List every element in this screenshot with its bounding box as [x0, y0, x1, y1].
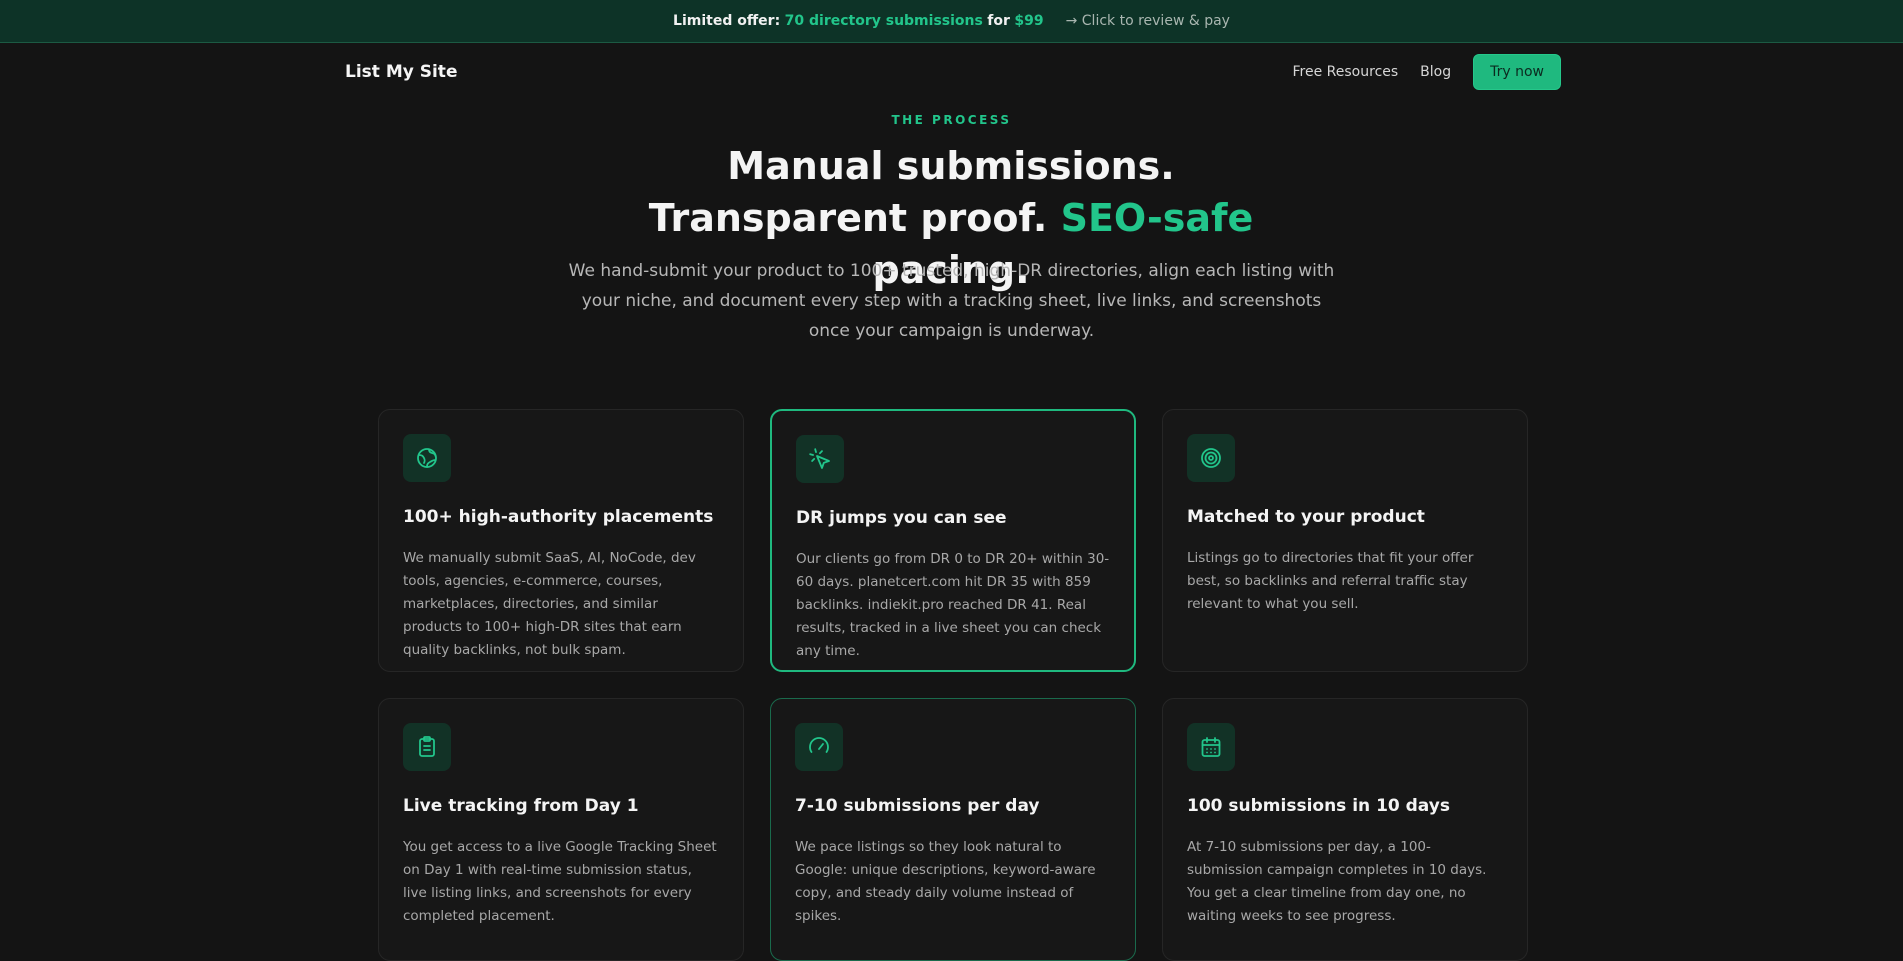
headline-accent: SEO-safe — [1060, 196, 1254, 240]
calendar-icon — [1187, 723, 1235, 771]
card-text: We pace listings so they look natural to… — [795, 839, 1096, 924]
nav-link-free-resources[interactable]: Free Resources — [1293, 64, 1399, 80]
try-now-button[interactable]: Try now — [1473, 54, 1561, 90]
offer-for: for — [987, 13, 1010, 29]
feature-card: 7-10 submissions per day We pace listing… — [770, 698, 1136, 961]
card-title: Live tracking from Day 1 — [403, 796, 639, 816]
card-title: Matched to your product — [1187, 507, 1425, 527]
offer-price: $99 — [1014, 13, 1044, 29]
feature-card: Matched to your product Listings go to d… — [1162, 409, 1528, 672]
card-title: DR jumps you can see — [796, 508, 1007, 528]
card-text: You get access to a live Google Tracking… — [403, 839, 717, 924]
card-text: Listings go to directories that fit your… — [1187, 550, 1474, 612]
card-title: 100+ high-authority placements — [403, 507, 714, 527]
top-nav: List My Site Free Resources Blog Try now — [345, 54, 1561, 90]
offer-highlight: 70 directory submissions — [784, 13, 983, 29]
cursor-click-icon — [796, 435, 844, 483]
card-text: At 7-10 submissions per day, a 100-submi… — [1187, 839, 1487, 924]
nav-link-blog[interactable]: Blog — [1420, 64, 1451, 80]
card-title: 7-10 submissions per day — [795, 796, 1040, 816]
nav-links: Free Resources Blog Try now — [1293, 54, 1561, 90]
gauge-icon — [795, 723, 843, 771]
section-subtitle: We hand-submit your product to 100+ trus… — [568, 261, 1335, 341]
feature-card: 100+ high-authority placements We manual… — [378, 409, 744, 672]
offer-prefix: Limited offer: — [673, 13, 781, 29]
site-logo[interactable]: List My Site — [345, 62, 457, 82]
feature-cards: 100+ high-authority placements We manual… — [378, 409, 1528, 961]
promo-banner[interactable]: Limited offer: 70 directory submissions … — [0, 0, 1903, 43]
banner-cta-link[interactable]: → Click to review & pay — [1066, 13, 1230, 29]
card-text: Our clients go from DR 0 to DR 20+ withi… — [796, 551, 1110, 659]
feature-card: Live tracking from Day 1 You get access … — [378, 698, 744, 961]
feature-card-highlighted: DR jumps you can see Our clients go from… — [770, 409, 1136, 672]
section-eyebrow: THE PROCESS — [891, 113, 1012, 127]
card-text: We manually submit SaaS, AI, NoCode, dev… — [403, 550, 696, 658]
globe-icon — [403, 434, 451, 482]
target-icon — [1187, 434, 1235, 482]
clipboard-icon — [403, 723, 451, 771]
feature-card: 100 submissions in 10 days At 7-10 submi… — [1162, 698, 1528, 961]
card-title: 100 submissions in 10 days — [1187, 796, 1450, 816]
